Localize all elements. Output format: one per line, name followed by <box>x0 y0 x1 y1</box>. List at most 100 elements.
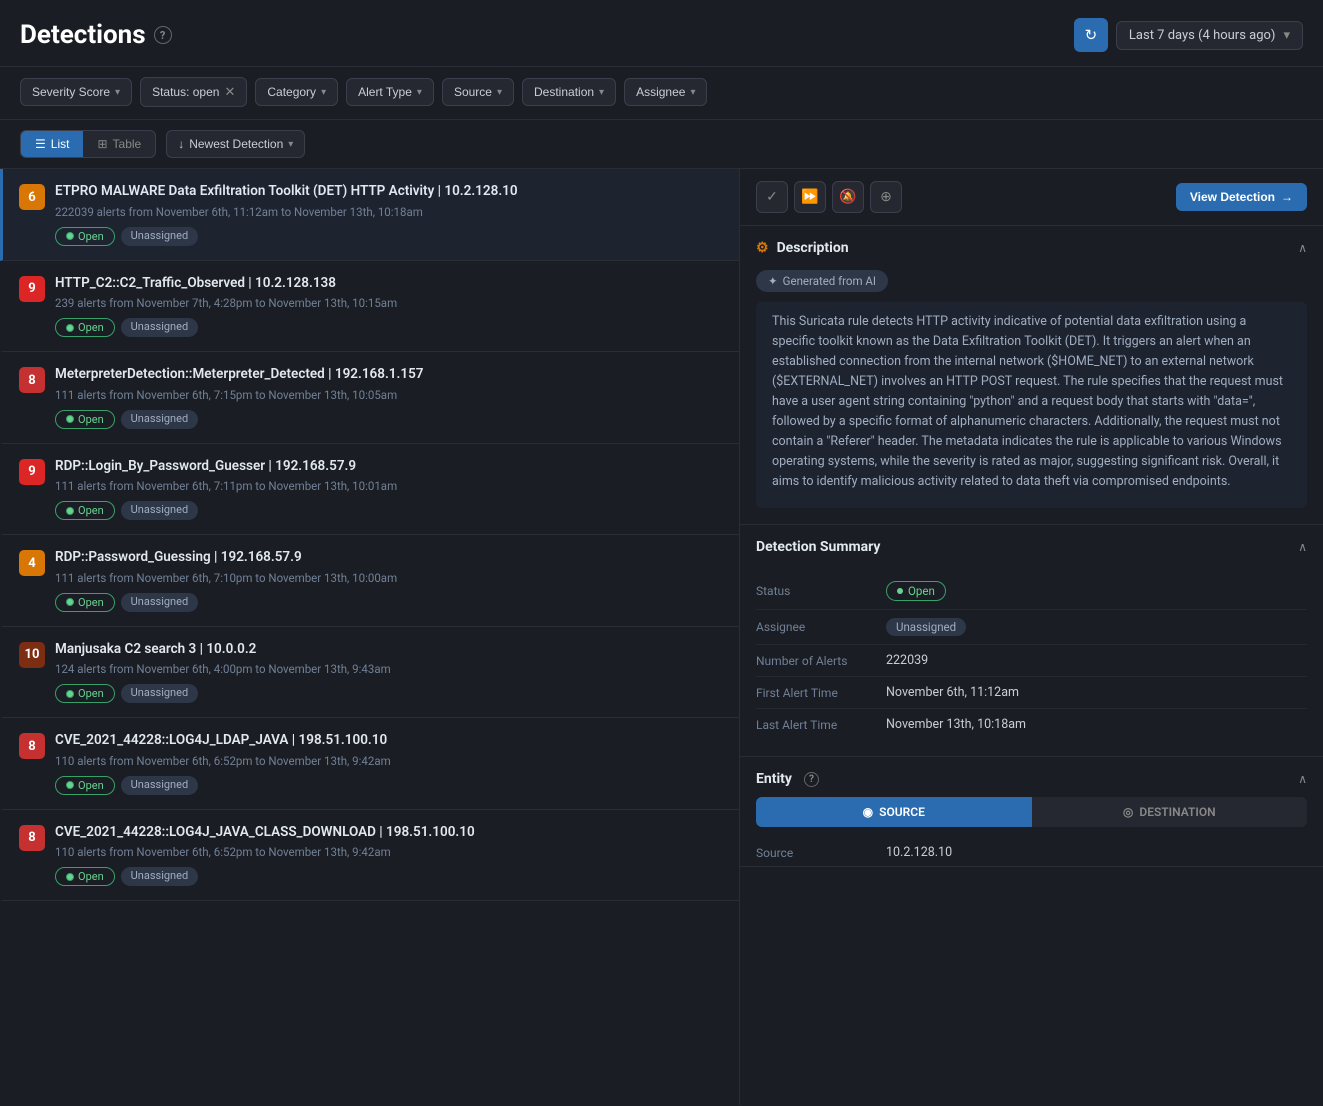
header-right: ↻ Last 7 days (4 hours ago) ▾ <box>1074 18 1303 52</box>
detection-title-4: RDP::Login_By_Password_Guesser | 192.168… <box>55 458 723 476</box>
entity-destination-tab-icon: ◎ <box>1123 805 1133 819</box>
severity-badge-8: 8 <box>19 825 45 851</box>
page-title: Detections <box>20 20 146 50</box>
view-list-button[interactable]: ☰ List <box>21 131 83 157</box>
detection-item-4[interactable]: 9 RDP::Login_By_Password_Guesser | 192.1… <box>0 444 739 536</box>
detail-panel: ✓ ⏩ 🔕 ⊕ View Detection → ⚙ <box>740 169 1323 1105</box>
filter-source-chevron: ▾ <box>497 87 502 98</box>
status-tag-1: Open <box>55 227 115 246</box>
summary-label-status: Status <box>756 584 886 598</box>
list-icon: ☰ <box>35 137 46 151</box>
filter-status-open[interactable]: Status: open ✕ <box>140 77 247 107</box>
main-content: 6 ETPRO MALWARE Data Exfiltration Toolki… <box>0 169 1323 1105</box>
assignee-tag-5: Unassigned <box>121 593 199 612</box>
summary-label-assignee: Assignee <box>756 620 886 634</box>
detection-item-7[interactable]: 8 CVE_2021_44228::LOG4J_LDAP_JAVA | 198.… <box>0 718 739 810</box>
detection-item-5[interactable]: 4 RDP::Password_Guessing | 192.168.57.9 … <box>0 535 739 627</box>
filter-alert-type[interactable]: Alert Type ▾ <box>346 78 434 106</box>
description-icon: ⚙ <box>756 240 769 256</box>
detection-item-3[interactable]: 8 MeterpreterDetection::Meterpreter_Dete… <box>0 352 739 444</box>
filter-destination[interactable]: Destination ▾ <box>522 78 616 106</box>
detection-item-2[interactable]: 9 HTTP_C2::C2_Traffic_Observed | 10.2.12… <box>0 261 739 353</box>
refresh-button[interactable]: ↻ <box>1074 18 1108 52</box>
summary-title: Detection Summary <box>756 539 880 555</box>
detection-meta-8: 110 alerts from November 6th, 6:52pm to … <box>55 845 723 859</box>
entity-source-tab[interactable]: ◉ SOURCE <box>756 797 1032 827</box>
detection-item-8[interactable]: 8 CVE_2021_44228::LOG4J_JAVA_CLASS_DOWNL… <box>0 810 739 902</box>
help-icon[interactable]: ? <box>154 26 172 44</box>
detection-meta-2: 239 alerts from November 7th, 4:28pm to … <box>55 296 723 310</box>
action-forward-button[interactable]: ⏩ <box>794 181 826 213</box>
filter-status-remove-icon[interactable]: ✕ <box>224 84 235 100</box>
status-tag-3: Open <box>55 410 115 429</box>
filter-source[interactable]: Source ▾ <box>442 78 514 106</box>
detection-meta-5: 111 alerts from November 6th, 7:10pm to … <box>55 571 723 585</box>
detection-title-3: MeterpreterDetection::Meterpreter_Detect… <box>55 366 723 384</box>
detection-item-1[interactable]: 6 ETPRO MALWARE Data Exfiltration Toolki… <box>0 169 739 261</box>
assignee-tag-1: Unassigned <box>121 227 199 246</box>
summary-row-status: Status Open <box>756 573 1307 610</box>
detection-meta-7: 110 alerts from November 6th, 6:52pm to … <box>55 754 723 768</box>
detection-tags-2: Open Unassigned <box>55 318 723 337</box>
filter-severity-label: Severity Score <box>32 85 110 99</box>
entity-help-icon: ? <box>804 772 819 787</box>
detection-tags-5: Open Unassigned <box>55 593 723 612</box>
filter-severity-score[interactable]: Severity Score ▾ <box>20 78 132 106</box>
toolbar: ☰ List ⊞ Table ↓ Newest Detection ▾ <box>0 120 1323 168</box>
assignee-value: Unassigned <box>886 618 966 636</box>
severity-badge-4: 9 <box>19 459 45 485</box>
table-label: Table <box>113 137 142 151</box>
description-text: This Suricata rule detects HTTP activity… <box>756 302 1307 508</box>
assignee-tag-7: Unassigned <box>121 776 199 795</box>
summary-table: Status Open Assignee Unassigned Number o… <box>740 569 1323 756</box>
summary-collapse-icon: ∧ <box>1298 540 1307 554</box>
detection-meta-1: 222039 alerts from November 6th, 11:12am… <box>55 205 723 219</box>
entity-destination-tab[interactable]: ◎ DESTINATION <box>1032 797 1308 827</box>
action-resolve-button[interactable]: ✓ <box>756 181 788 213</box>
entity-source-row: Source 10.2.128.10 <box>740 839 1323 866</box>
entity-source-label: Source <box>756 846 886 860</box>
view-detection-button[interactable]: View Detection → <box>1176 183 1307 211</box>
filter-assignee-chevron: ▾ <box>690 87 695 98</box>
summary-section-header[interactable]: Detection Summary ∧ <box>740 525 1323 569</box>
list-label: List <box>51 137 70 151</box>
action-mute-button[interactable]: 🔕 <box>832 181 864 213</box>
detection-content-4: RDP::Login_By_Password_Guesser | 192.168… <box>55 458 723 521</box>
detection-tags-1: Open Unassigned <box>55 227 723 246</box>
more-icon: ⊕ <box>880 189 892 205</box>
detection-meta-4: 111 alerts from November 6th, 7:11pm to … <box>55 479 723 493</box>
detection-title-1: ETPRO MALWARE Data Exfiltration Toolkit … <box>55 183 723 201</box>
detection-title-7: CVE_2021_44228::LOG4J_LDAP_JAVA | 198.51… <box>55 732 723 750</box>
view-toggle: ☰ List ⊞ Table <box>20 130 156 158</box>
detection-content-7: CVE_2021_44228::LOG4J_LDAP_JAVA | 198.51… <box>55 732 723 795</box>
time-selector[interactable]: Last 7 days (4 hours ago) ▾ <box>1116 21 1303 50</box>
summary-row-first-alert: First Alert Time November 6th, 11:12am <box>756 677 1307 709</box>
status-value: Open <box>886 581 946 601</box>
filter-category[interactable]: Category ▾ <box>255 78 338 106</box>
summary-row-last-alert: Last Alert Time November 13th, 10:18am <box>756 709 1307 740</box>
severity-badge-2: 9 <box>19 276 45 302</box>
summary-label-last-alert: Last Alert Time <box>756 718 886 732</box>
description-title: ⚙ Description <box>756 240 849 256</box>
filters-bar: Severity Score ▾ Status: open ✕ Category… <box>0 67 1323 119</box>
filter-status-label: Status: open <box>152 85 219 99</box>
detection-title-8: CVE_2021_44228::LOG4J_JAVA_CLASS_DOWNLOA… <box>55 824 723 842</box>
summary-alerts-value: 222039 <box>886 653 928 668</box>
entity-source-value: 10.2.128.10 <box>886 845 952 860</box>
filter-alert-type-chevron: ▾ <box>417 87 422 98</box>
detection-content-1: ETPRO MALWARE Data Exfiltration Toolkit … <box>55 183 723 246</box>
entity-collapse-icon: ∧ <box>1298 772 1307 786</box>
severity-badge-1: 6 <box>19 184 45 210</box>
view-table-button[interactable]: ⊞ Table <box>83 131 155 157</box>
detection-item-6[interactable]: 10 Manjusaka C2 search 3 | 10.0.0.2 124 … <box>0 627 739 719</box>
sort-button[interactable]: ↓ Newest Detection ▾ <box>166 130 305 158</box>
filter-assignee[interactable]: Assignee ▾ <box>624 78 707 106</box>
action-more-button[interactable]: ⊕ <box>870 181 902 213</box>
summary-first-alert-value: November 6th, 11:12am <box>886 685 1019 700</box>
severity-badge-5: 4 <box>19 550 45 576</box>
detection-list: 6 ETPRO MALWARE Data Exfiltration Toolki… <box>0 169 740 1105</box>
summary-row-assignee: Assignee Unassigned <box>756 610 1307 645</box>
assignee-tag-4: Unassigned <box>121 501 199 520</box>
description-section-header[interactable]: ⚙ Description ∧ <box>740 226 1323 270</box>
entity-section-header[interactable]: Entity ? ∧ <box>740 757 1323 797</box>
